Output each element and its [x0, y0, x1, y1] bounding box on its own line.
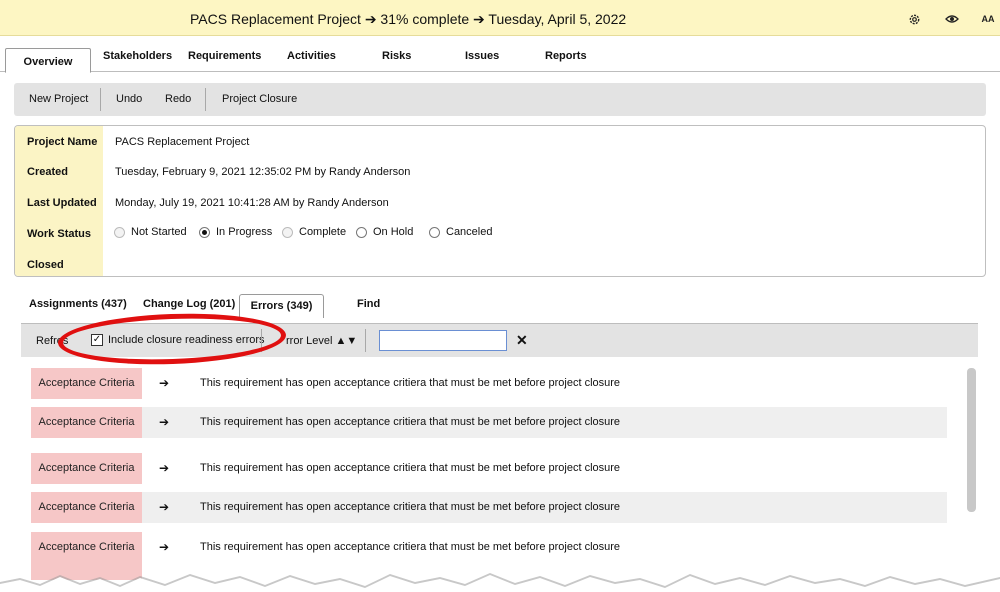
error-level-sort-button[interactable]: rror Level ▲▼ — [286, 335, 357, 347]
project-closure-button[interactable]: Project Closure — [222, 93, 297, 105]
error-row[interactable]: Acceptance Criteria ➔ This requirement h… — [31, 407, 947, 438]
radio-not-started[interactable]: Not Started — [114, 226, 187, 238]
toolbar-divider — [365, 329, 366, 352]
main-toolbar: New Project Undo Redo Project Closure — [14, 83, 986, 116]
arrow-icon: ➔ — [159, 415, 170, 429]
error-message: This requirement has open acceptance cri… — [200, 377, 621, 389]
arrow-icon: ➔ — [159, 540, 170, 554]
toolbar-divider — [261, 329, 262, 352]
settings-icon[interactable] — [906, 11, 922, 27]
radio-on-hold[interactable]: On Hold — [356, 226, 413, 238]
project-name-label: Project Name — [27, 136, 98, 148]
tab-issues[interactable]: Issues — [465, 50, 499, 62]
error-message: This requirement has open acceptance cri… — [200, 501, 621, 513]
radio-circle — [282, 226, 293, 238]
error-type-badge[interactable]: Acceptance Criteria — [31, 368, 142, 399]
arrow-icon: ➔ — [159, 500, 170, 514]
include-closure-checkbox[interactable]: ✓ Include closure readiness errors — [91, 334, 265, 346]
radio-label: Canceled — [446, 226, 493, 238]
radio-circle — [356, 226, 367, 238]
radio-label: Complete — [299, 226, 347, 238]
error-row[interactable]: Acceptance Criteria ➔ This requirement h… — [31, 532, 947, 563]
tab-overview[interactable]: Overview — [5, 48, 91, 73]
last-updated-label: Last Updated — [27, 197, 97, 209]
detail-tabs: Assignments (437) Change Log (201) Error… — [14, 292, 986, 318]
tab-requirements[interactable]: Requirements — [188, 50, 261, 62]
radio-canceled[interactable]: Canceled — [429, 226, 492, 238]
toolbar-divider — [100, 88, 101, 111]
radio-label: On Hold — [373, 226, 414, 238]
radio-label: Not Started — [131, 226, 187, 238]
radio-complete[interactable]: Complete — [282, 226, 346, 238]
undo-button[interactable]: Undo — [116, 93, 142, 105]
new-project-button[interactable]: New Project — [29, 93, 88, 105]
redo-button[interactable]: Redo — [165, 93, 191, 105]
title-bar: PACS Replacement Project ➔ 31% complete … — [0, 0, 1000, 36]
error-message: This requirement has open acceptance cri… — [200, 416, 621, 428]
error-row[interactable]: Acceptance Criteria ➔ This requirement h… — [31, 492, 947, 523]
torn-edge-decoration — [0, 560, 1000, 592]
radio-circle — [114, 226, 125, 238]
work-status-label: Work Status — [27, 228, 91, 240]
tab-find[interactable]: Find — [357, 298, 380, 310]
last-updated-value: Monday, July 19, 2021 10:41:28 AM by Ran… — [115, 197, 389, 209]
error-message: This requirement has open acceptance cri… — [200, 462, 621, 474]
tab-change-log[interactable]: Change Log (201) — [143, 298, 235, 310]
closed-label: Closed — [27, 259, 64, 271]
vertical-scrollbar[interactable] — [967, 368, 976, 512]
error-type-badge[interactable]: Acceptance Criteria — [31, 492, 142, 523]
error-row[interactable]: Acceptance Criteria ➔ This requirement h… — [31, 453, 947, 484]
created-value: Tuesday, February 9, 2021 12:35:02 PM by… — [115, 166, 411, 178]
clear-search-icon[interactable]: ✕ — [516, 332, 528, 349]
radio-circle — [429, 226, 440, 238]
checkbox-check-icon: ✓ — [91, 334, 103, 346]
include-closure-label: Include closure readiness errors — [108, 334, 265, 346]
eye-icon[interactable] — [944, 11, 960, 27]
tab-stakeholders[interactable]: Stakeholders — [103, 50, 172, 62]
tab-assignments[interactable]: Assignments (437) — [29, 298, 127, 310]
arrow-icon: ➔ — [159, 376, 170, 390]
radio-in-progress[interactable]: In Progress — [199, 226, 272, 238]
radio-label: In Progress — [216, 226, 273, 238]
tab-risks[interactable]: Risks — [382, 50, 411, 62]
errors-toolbar: Refres ✓ Include closure readiness error… — [21, 323, 978, 357]
project-name-value[interactable]: PACS Replacement Project — [115, 136, 249, 148]
errors-search-input[interactable] — [379, 330, 507, 351]
error-type-badge[interactable]: Acceptance Criteria — [31, 532, 142, 563]
error-type-badge[interactable]: Acceptance Criteria — [31, 453, 142, 484]
tab-reports[interactable]: Reports — [545, 50, 587, 62]
created-label: Created — [27, 166, 68, 178]
main-tabs: Overview Stakeholders Requirements Activ… — [0, 44, 1000, 73]
font-size-icon[interactable]: AA — [980, 11, 996, 27]
error-message: This requirement has open acceptance cri… — [200, 541, 621, 553]
project-title: PACS Replacement Project ➔ 31% complete … — [190, 11, 627, 27]
project-info-panel: Project Name PACS Replacement Project Cr… — [14, 125, 986, 277]
tab-errors[interactable]: Errors (349) — [239, 294, 324, 318]
tab-activities[interactable]: Activities — [287, 50, 336, 62]
toolbar-divider — [205, 88, 206, 111]
error-row[interactable]: Acceptance Criteria ➔ This requirement h… — [31, 368, 947, 399]
error-type-badge[interactable]: Acceptance Criteria — [31, 407, 142, 438]
radio-circle — [199, 226, 210, 238]
refresh-button[interactable]: Refres — [36, 335, 68, 347]
arrow-icon: ➔ — [159, 461, 170, 475]
